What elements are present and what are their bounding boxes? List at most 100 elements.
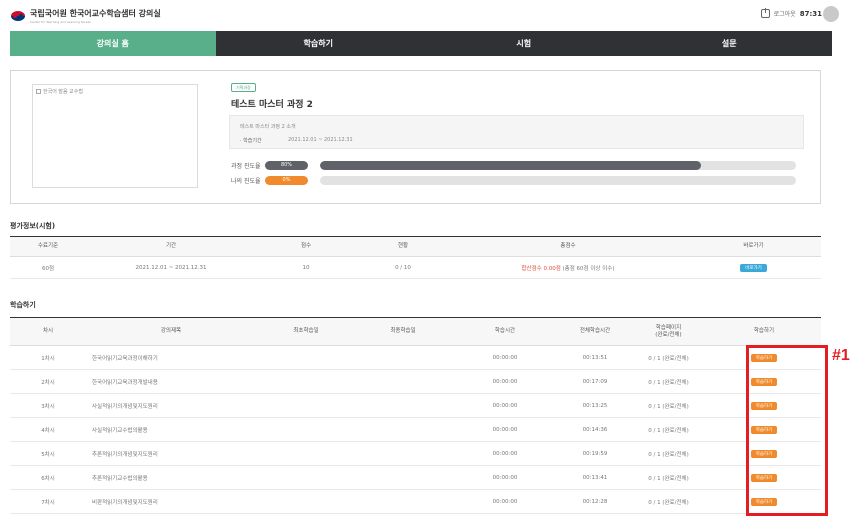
- table-row: 2차시 한국어읽기교육과정개발내용 00:00:00 00:17:09 0 / 1 (완…: [10, 369, 821, 394]
- course-progress-bar: [320, 160, 796, 170]
- my-progress-bar: [320, 175, 796, 185]
- study-cell-first: [256, 345, 356, 370]
- go-exam-button[interactable]: 바로가기: [740, 263, 767, 272]
- study-cell-pages: 0 / 1 (완료/전체): [630, 417, 707, 442]
- study-cell-time: 00:00:00: [450, 465, 560, 490]
- eval-table: 수료기준 기간 점수 현황 총점수 바로가기 60점 2021.12.01 ~ …: [10, 236, 821, 279]
- study-cell-no: 7차시: [10, 489, 86, 514]
- study-cell-title: 사실적읽기교수법의활용: [86, 417, 256, 442]
- eval-score: 10: [256, 256, 356, 279]
- my-progress-row: 나의 진도율 0%: [231, 175, 809, 185]
- study-cell-total: 00:17:09: [560, 369, 630, 394]
- table-row: 7차시 비판적읽기의개념및지도원리 00:00:00 00:12:28 0 / 1 (완…: [10, 489, 821, 514]
- study-cell-total: 00:13:41: [560, 465, 630, 490]
- course-summary: 한국어 발음 교수법 기획과정 테스트 마스터 과정 2 테스트 마스터 과정 …: [10, 70, 821, 204]
- study-header: 최종학습일: [356, 317, 450, 346]
- eval-header: 수료기준: [10, 236, 86, 257]
- table-row: 6차시 추론적읽기교수법의활용 00:00:00 00:13:41 0 / 1 (완료/…: [10, 465, 821, 490]
- study-header: 학습시간: [450, 317, 560, 346]
- annotation-label: #1: [832, 347, 850, 364]
- study-section-title: 학습하기: [10, 301, 36, 309]
- course-thumbnail: 한국어 발음 교수법: [32, 84, 198, 188]
- study-cell-pages: 0 / 1 (완료/전체): [630, 393, 707, 418]
- eval-header: 바로가기: [686, 236, 821, 257]
- eval-header: 기간: [86, 236, 256, 257]
- table-row: 4차시 사실적읽기교수법의활용 00:00:00 00:14:36 0 / 1 (완료/…: [10, 417, 821, 442]
- study-cell-title: 한국어읽기교육과정이해하기: [86, 345, 256, 370]
- study-cell-pages: 0 / 1 (완료/전체): [630, 489, 707, 514]
- course-title: 테스트 마스터 과정 2: [231, 100, 313, 110]
- my-progress-label: 나의 진도율: [231, 177, 261, 185]
- eval-section-title: 평가정보(시험): [10, 222, 56, 230]
- study-cell-no: 4차시: [10, 417, 86, 442]
- logout-icon[interactable]: [760, 8, 770, 18]
- study-cell-first: [256, 489, 356, 514]
- course-progress-fill: [320, 160, 701, 170]
- study-cell-title: 비판적읽기의개념및지도원리: [86, 489, 256, 514]
- eval-total: 합산점수 0.00점 (총점 60점 이상 이수): [450, 256, 686, 279]
- avatar[interactable]: [823, 6, 839, 22]
- study-cell-total: 00:13:25: [560, 393, 630, 418]
- study-cell-time: 00:00:00: [450, 345, 560, 370]
- logo[interactable]: 국립국어원 한국어교수학습샘터 강의실 Center for Teaching …: [10, 8, 161, 24]
- study-cell-no: 6차시: [10, 465, 86, 490]
- highlight-box: [746, 345, 828, 516]
- broken-image-icon: [36, 89, 41, 94]
- study-cell-no: 5차시: [10, 441, 86, 466]
- study-cell-title: 한국어읽기교육과정개발내용: [86, 369, 256, 394]
- eval-total-note: (총점 60점 이상 이수): [562, 265, 615, 272]
- course-progress-label: 과정 진도율: [231, 162, 261, 170]
- study-cell-total: 00:12:28: [560, 489, 630, 514]
- eval-criteria: 60점: [10, 256, 86, 279]
- taegeuk-logo-icon: [11, 11, 25, 21]
- study-header: 차시: [10, 317, 86, 346]
- study-cell-title: 사실적읽기의개념및지도원리: [86, 393, 256, 418]
- study-period: 2021.12.01 ~ 2021.12.31: [288, 137, 353, 143]
- study-cell-title: 추론적읽기교수법의활용: [86, 465, 256, 490]
- study-header: 학습하기: [707, 317, 821, 346]
- study-header: 전체학습시간: [560, 317, 630, 346]
- site-title: 국립국어원 한국어교수학습샘터 강의실: [30, 9, 161, 18]
- study-cell-total: 00:13:51: [560, 345, 630, 370]
- my-progress-badge: 0%: [265, 175, 308, 185]
- study-cell-first: [256, 393, 356, 418]
- study-cell-total: 00:14:36: [560, 417, 630, 442]
- tab-classroom-home[interactable]: 강의실 홈: [10, 31, 216, 56]
- eval-header: 현황: [356, 236, 450, 257]
- eval-header: 점수: [256, 236, 356, 257]
- study-cell-time: 00:00:00: [450, 417, 560, 442]
- logout-button[interactable]: 로그아웃: [774, 9, 796, 18]
- study-cell-first: [256, 465, 356, 490]
- study-cell-last: [356, 441, 450, 466]
- study-cell-first: [256, 417, 356, 442]
- table-row: 3차시 사실적읽기의개념및지도원리 00:00:00 00:13:25 0 / 1 (완…: [10, 393, 821, 418]
- tab-survey[interactable]: 설문: [627, 31, 833, 56]
- study-cell-last: [356, 393, 450, 418]
- study-cell-first: [256, 441, 356, 466]
- study-header: 학습페이지 (완료/전체): [630, 317, 707, 346]
- study-cell-no: 1차시: [10, 345, 86, 370]
- study-cell-no: 2차시: [10, 369, 86, 394]
- tab-study[interactable]: 학습하기: [216, 31, 422, 56]
- study-period-label: · 학습기간: [240, 138, 262, 144]
- study-cell-last: [356, 369, 450, 394]
- course-type-badge: 기획과정: [231, 83, 256, 92]
- study-cell-pages: 0 / 1 (완료/전체): [630, 465, 707, 490]
- course-progress-badge: 80%: [265, 160, 308, 170]
- course-info-box: 테스트 마스터 과정 2 소개 · 학습기간 2021.12.01 ~ 2021…: [229, 115, 804, 149]
- study-cell-last: [356, 345, 450, 370]
- site-subtitle: Center for Teaching and Learning Korean: [30, 20, 92, 24]
- header: 국립국어원 한국어교수학습샘터 강의실 Center for Teaching …: [0, 0, 856, 30]
- session-timer: 87:31: [799, 9, 822, 18]
- study-cell-time: 00:00:00: [450, 489, 560, 514]
- table-row: 60점 2021.12.01 ~ 2021.12.31 10 0 / 10 합산…: [10, 256, 821, 279]
- study-cell-pages: 0 / 1 (완료/전체): [630, 345, 707, 370]
- study-cell-no: 3차시: [10, 393, 86, 418]
- tab-exam[interactable]: 시험: [421, 31, 627, 56]
- study-header: 최초학습일: [256, 317, 356, 346]
- study-cell-last: [356, 417, 450, 442]
- study-cell-total: 00:19:59: [560, 441, 630, 466]
- study-cell-title: 추론적읽기의개념및지도원리: [86, 441, 256, 466]
- table-row: 1차시 한국어읽기교육과정이해하기 00:00:00 00:13:51 0 / 1 (완…: [10, 345, 821, 370]
- study-cell-time: 00:00:00: [450, 393, 560, 418]
